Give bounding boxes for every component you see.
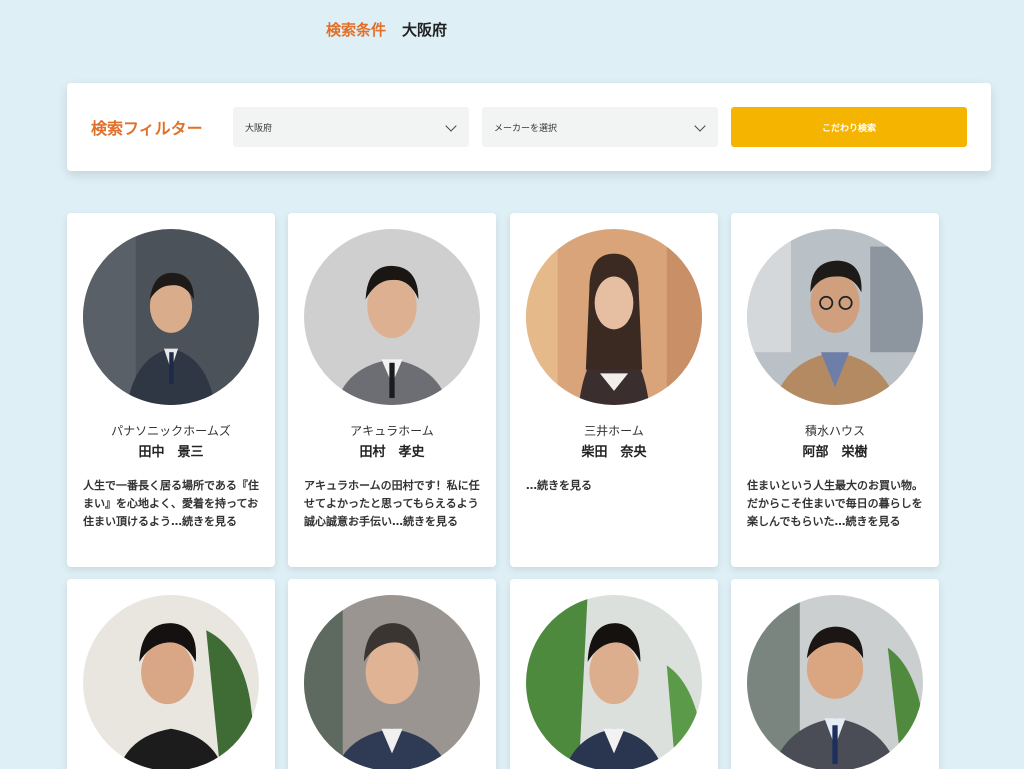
staff-description[interactable]: …続きを見る	[526, 477, 702, 495]
staff-name: 田村 孝史	[359, 445, 425, 460]
staff-card[interactable]	[288, 579, 496, 769]
search-condition: 検索条件 大阪府	[326, 19, 447, 40]
staff-card[interactable]	[731, 579, 939, 769]
search-condition-label: 検索条件	[326, 21, 387, 39]
maker-name: アキュラホーム	[350, 424, 434, 438]
staff-photo[interactable]	[526, 595, 702, 769]
maker-name: パナソニックホームズ	[111, 424, 231, 438]
staff-name: 阿部 栄樹	[802, 445, 868, 460]
staff-photo[interactable]	[83, 595, 259, 769]
staff-description[interactable]: 住まいという人生最大のお買い物。だからこそ住まいで毎日の暮らしを楽しんでもらいた…	[747, 477, 923, 531]
chevron-down-icon	[694, 120, 706, 132]
staff-card[interactable]: アキュラホーム 田村 孝史 アキュラホームの田村です！私に任せてよかったと思って…	[288, 213, 496, 567]
staff-description[interactable]: アキュラホームの田村です！私に任せてよかったと思ってもらえるよう誠心誠意お手伝い…	[304, 477, 480, 531]
prefecture-select[interactable]: 大阪府	[233, 107, 469, 147]
staff-photo[interactable]	[304, 595, 480, 769]
search-condition-value: 大阪府	[402, 21, 448, 39]
staff-photo[interactable]	[304, 229, 480, 405]
prefecture-select-value: 大阪府	[245, 123, 273, 134]
page: 検索条件 大阪府 検索フィルター 大阪府 メーカーを選択 こだわり検索 パナソニ…	[0, 0, 1024, 769]
staff-card[interactable]	[67, 579, 275, 769]
chevron-down-icon	[445, 120, 457, 132]
maker-name: 積水ハウス	[804, 424, 865, 438]
staff-name: 柴田 奈央	[581, 445, 647, 460]
staff-card[interactable]: 三井ホーム 柴田 奈央 …続きを見る	[510, 213, 718, 567]
staff-name: 田中 景三	[138, 445, 204, 460]
maker-select-placeholder: メーカーを選択	[494, 123, 558, 134]
staff-card[interactable]: 積水ハウス 阿部 栄樹 住まいという人生最大のお買い物。だからこそ住まいで毎日の…	[731, 213, 939, 567]
filter-title: 検索フィルター	[91, 119, 203, 138]
staff-card[interactable]	[510, 579, 718, 769]
staff-photo[interactable]	[526, 229, 702, 405]
staff-photo[interactable]	[83, 229, 259, 405]
staff-photo[interactable]	[747, 229, 923, 405]
search-filter-bar: 検索フィルター 大阪府 メーカーを選択 こだわり検索	[67, 83, 991, 171]
staff-card[interactable]: パナソニックホームズ 田中 景三 人生で一番長く居る場所である『住まい』を心地よ…	[67, 213, 275, 567]
search-button[interactable]: こだわり検索	[731, 107, 967, 147]
maker-select[interactable]: メーカーを選択	[482, 107, 718, 147]
staff-description[interactable]: 人生で一番長く居る場所である『住まい』を心地よく、愛着を持ってお住まい頂けるよう…	[83, 477, 259, 531]
maker-name: 三井ホーム	[584, 424, 644, 438]
staff-photo[interactable]	[747, 595, 923, 769]
